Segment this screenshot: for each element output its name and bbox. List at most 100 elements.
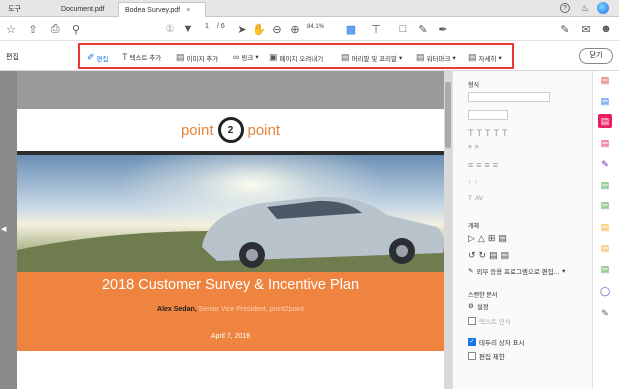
font-size-select[interactable] <box>468 110 508 120</box>
settings-label: 설정 <box>476 304 489 311</box>
avatar[interactable] <box>597 2 609 14</box>
tab-tools[interactable]: 도구 <box>2 2 27 17</box>
align-center-icon[interactable]: ≡ <box>476 160 481 170</box>
pen-icon[interactable]: ✎ <box>417 23 429 36</box>
chevron-down-icon: ▾ <box>452 54 456 62</box>
more-tools-icon[interactable]: ✎ <box>598 306 612 320</box>
flip-vertical-icon[interactable]: ▷ <box>468 233 475 244</box>
show-border-row[interactable]: ✓ 테두리 상자 표시 <box>468 337 524 347</box>
tab-bodea-survey[interactable]: Bodea Survey.pdf × <box>118 2 206 17</box>
settings-row[interactable]: ⚙ 설정 <box>468 301 489 311</box>
align-left-icon[interactable]: ≡ <box>468 160 473 170</box>
author-line[interactable]: Alex Sedan, Senior Vice President, point… <box>17 306 444 313</box>
shield-icon[interactable]: ◯ <box>598 284 612 298</box>
zoom-in-icon[interactable]: ⊕ <box>289 23 301 36</box>
more-label: 자세히 <box>478 55 497 63</box>
sign-icon[interactable]: ✒ <box>437 23 449 36</box>
rotate-left-icon[interactable]: ↺ <box>468 250 476 261</box>
rotate-right-icon[interactable]: ↻ <box>479 250 487 261</box>
header-footer-icon: ▤ <box>341 52 350 62</box>
restrict-edit-checkbox[interactable] <box>468 352 476 360</box>
next-page-icon[interactable]: ▼ <box>182 23 194 35</box>
comment-tool-icon[interactable]: ▤ <box>598 241 612 255</box>
font-family-select[interactable] <box>468 92 550 102</box>
prev-page-icon[interactable]: ① <box>164 23 176 35</box>
search-icon[interactable]: ⚲ <box>70 23 82 36</box>
mail-icon[interactable]: ✉ <box>580 23 592 36</box>
print-production-icon[interactable]: ▤ <box>598 262 612 276</box>
hero-car-image[interactable] <box>17 155 444 272</box>
add-image-button[interactable]: ▤ 이미지 추가 <box>176 52 218 63</box>
text-recognition-row[interactable]: 텍스트 인식 <box>468 316 511 326</box>
print-icon[interactable]: ⎙ <box>49 23 61 35</box>
format-heading: 형식 <box>468 83 480 89</box>
crop-pages-button[interactable]: ▣ 페이지 오려내기 <box>269 52 323 63</box>
text-recognition-checkbox[interactable] <box>468 317 476 325</box>
edit-sign-icon[interactable]: ✎ <box>559 23 571 36</box>
replace-image-icon[interactable]: ▤ <box>489 250 498 261</box>
zoom-level[interactable]: 84.1% <box>307 24 324 30</box>
star-icon[interactable]: ☆ <box>5 23 17 36</box>
document-title[interactable]: 2018 Customer Survey & Incentive Plan <box>17 277 444 293</box>
add-text-label: 텍스트 추가 <box>129 55 162 62</box>
align-right-icon[interactable]: ≡ <box>485 160 490 170</box>
more-button[interactable]: ▤ 자세히 ▾ <box>468 52 502 63</box>
select-cursor-icon[interactable]: ➤ <box>236 23 248 36</box>
scrollbar-thumb[interactable] <box>445 82 451 148</box>
link-button[interactable]: ∞ 링크 ▾ <box>233 52 259 62</box>
crop-image-icon[interactable]: ⊞ <box>488 233 496 244</box>
company-logo: point 2 point <box>17 109 444 151</box>
compare-icon[interactable]: ▤ <box>598 198 612 212</box>
edit-text-image-button[interactable]: ✐ 편집 <box>87 52 109 63</box>
char-spacing-icon[interactable]: AV <box>475 195 483 202</box>
zoom-out-icon[interactable]: ⊖ <box>271 23 283 36</box>
bell-icon[interactable]: ♨ <box>580 2 590 14</box>
show-border-checkbox[interactable]: ✓ <box>468 338 476 346</box>
flip-horizontal-icon[interactable]: △ <box>478 233 485 244</box>
hand-icon[interactable]: ✋ <box>252 23 266 36</box>
bold-icon[interactable]: T <box>468 128 474 138</box>
align-objects-icon[interactable]: ▤ <box>501 250 510 261</box>
arrange-icon[interactable]: ▤ <box>498 233 507 244</box>
create-pdf-icon[interactable]: ▤ <box>598 73 612 87</box>
header-footer-button[interactable]: ▤ 머리말 및 꼬리말 ▾ <box>341 52 402 63</box>
scale-icon[interactable]: T <box>468 195 472 202</box>
page-current[interactable]: 1 <box>205 23 209 30</box>
italic-icon[interactable]: T <box>477 128 483 138</box>
subscript-icon[interactable]: T <box>502 128 508 138</box>
document-date[interactable]: April 7, 2018 <box>17 333 444 340</box>
edit-external-row[interactable]: ✎ 외부 응용 프로그램으로 편집... ▾ <box>468 266 565 276</box>
fill-sign-icon[interactable]: ✎ <box>598 157 612 171</box>
combine-files-icon[interactable]: ▤ <box>598 94 612 108</box>
line-spacing-icon[interactable]: ↕ <box>468 178 471 185</box>
page-gap <box>17 71 444 109</box>
tab-document[interactable]: Document.pdf <box>55 2 111 17</box>
logo-text-left: point <box>180 121 214 139</box>
object-tools-row: ▷ △ ⊞ ▤ <box>468 233 507 244</box>
restrict-edit-row[interactable]: 편집 제한 <box>468 351 505 361</box>
upload-icon[interactable]: ⇧ <box>27 23 39 36</box>
protect-icon[interactable]: ▤ <box>598 220 612 234</box>
number-list-icon[interactable]: ≡ <box>475 144 479 151</box>
close-edit-button[interactable]: 닫기 <box>579 48 613 64</box>
edit-pdf-icon[interactable]: ▤ <box>598 114 612 128</box>
link-icon: ∞ <box>233 52 240 62</box>
send-for-review-icon[interactable]: ▤ <box>598 178 612 192</box>
bullet-list-icon[interactable]: ≡ <box>468 144 472 151</box>
comment-icon[interactable]: □ <box>397 23 409 35</box>
underline-icon[interactable]: T <box>485 128 491 138</box>
left-panel-toggle-icon[interactable]: ◀ <box>1 225 6 233</box>
rotate-row: ↺ ↻ ▤ ▤ <box>468 250 509 261</box>
scroll-mode-icon[interactable]: ⊤ <box>370 23 382 36</box>
superscript-icon[interactable]: T <box>494 128 500 138</box>
header-footer-label: 머리말 및 꼬리말 <box>351 55 397 63</box>
fit-page-icon[interactable]: ▩ <box>344 23 358 36</box>
share-user-icon[interactable]: ☻ <box>600 23 612 35</box>
add-text-button[interactable]: T 텍스트 추가 <box>122 52 161 62</box>
export-pdf-icon[interactable]: ▤ <box>598 136 612 150</box>
help-icon[interactable]: ? <box>560 3 570 13</box>
tab-close-icon[interactable]: × <box>186 7 190 14</box>
paragraph-spacing-icon[interactable]: ↕ <box>474 178 477 185</box>
watermark-button[interactable]: ▤ 워터마크 ▾ <box>416 52 456 63</box>
justify-icon[interactable]: ≡ <box>493 160 498 170</box>
